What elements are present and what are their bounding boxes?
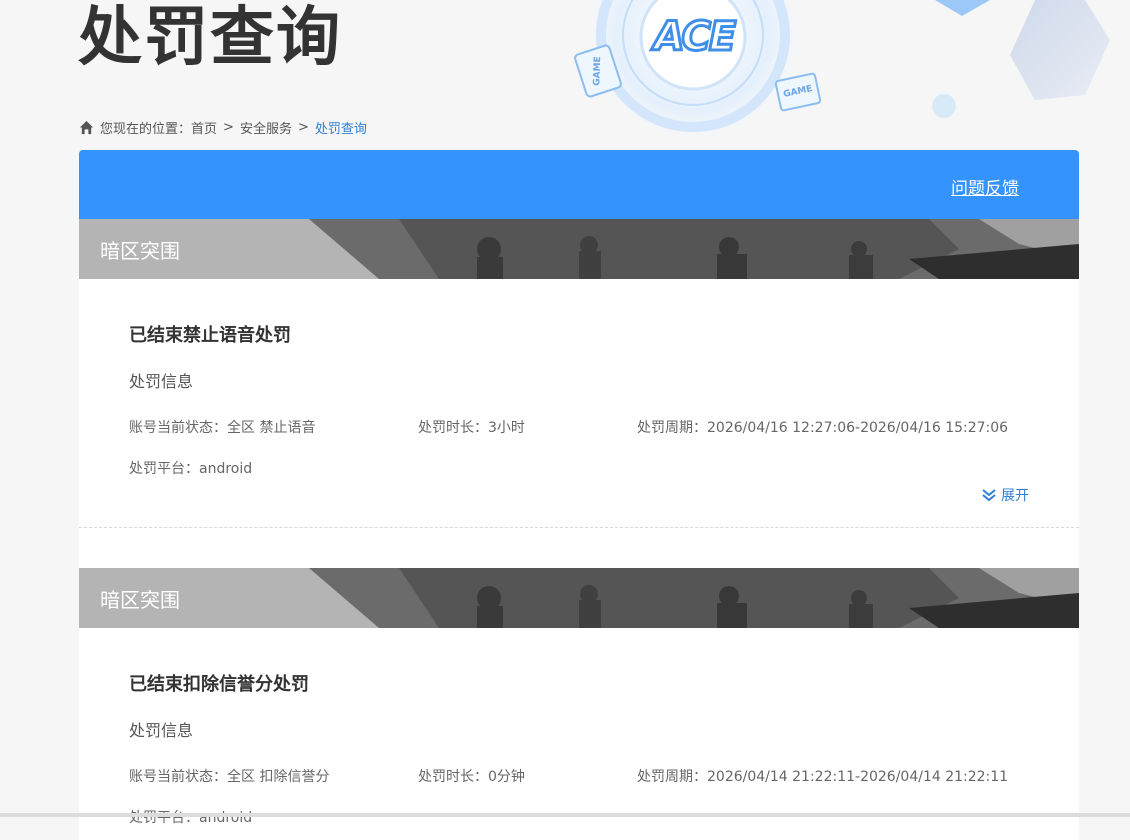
page-title: 处罚查询 <box>78 1 342 75</box>
breadcrumb: 您现在的位置： 首页 > 安全服务 > 处罚查询 <box>79 117 367 137</box>
record-gap <box>79 528 1079 568</box>
section-label: 处罚信息 <box>129 372 194 391</box>
record-title: 已结束扣除信誉分处罚 <box>129 674 309 695</box>
penalty-platform: 处罚平台：android <box>129 458 252 478</box>
expand-label: 展开 <box>1001 488 1029 504</box>
double-chevron-down-icon <box>982 489 996 502</box>
svg-text:ACE: ACE <box>651 14 736 56</box>
game-banner: 暗区突围 <box>79 219 1079 279</box>
breadcrumb-home-link[interactable]: 首页 <box>191 118 217 137</box>
record-divider <box>79 527 1079 528</box>
account-status: 账号当前状态：全区 禁止语音 <box>129 417 315 437</box>
account-status-label: 账号当前状态： <box>129 420 227 436</box>
penalty-panel: 问题反馈 暗区突围 已结束禁止语音处罚 处罚信息 账号当前状态：全区 禁止语音 … <box>79 150 1079 840</box>
penalty-period: 处罚周期：2026/04/16 12:27:06-2026/04/16 15:2… <box>637 417 1008 437</box>
penalty-record: 已结束扣除信誉分处罚 处罚信息 账号当前状态：全区 扣除信誉分 处罚时长：0分钟… <box>79 628 1079 840</box>
account-status-value: 全区 禁止语音 <box>227 420 316 436</box>
breadcrumb-security-link[interactable]: 安全服务 <box>240 118 292 137</box>
account-status-value: 全区 扣除信誉分 <box>227 769 330 785</box>
penalty-platform-label: 处罚平台： <box>129 461 199 477</box>
breadcrumb-prefix: 您现在的位置： <box>100 121 192 137</box>
breadcrumb-separator: > <box>223 119 234 135</box>
game-banner: 暗区突围 <box>79 568 1079 628</box>
section-label: 处罚信息 <box>129 721 194 740</box>
penalty-duration: 处罚时长：3小时 <box>418 417 525 437</box>
account-status-label: 账号当前状态： <box>129 769 227 785</box>
record-title: 已结束禁止语音处罚 <box>129 325 291 346</box>
penalty-period: 处罚周期：2026/04/14 21:22:11-2026/04/14 21:2… <box>637 766 1008 786</box>
penalty-duration: 处罚时长：0分钟 <box>418 766 525 786</box>
game-name: 暗区突围 <box>100 588 180 612</box>
ace-logo: ACE <box>643 12 745 62</box>
penalty-record: 已结束禁止语音处罚 处罚信息 账号当前状态：全区 禁止语音 处罚时长：3小时 处… <box>79 279 1079 528</box>
expand-button[interactable]: 展开 <box>981 485 1029 505</box>
game-name: 暗区突围 <box>100 239 180 263</box>
breadcrumb-current: 处罚查询 <box>314 121 367 137</box>
penalty-platform-value: android <box>199 461 253 477</box>
game-badge-text: GAME <box>782 84 814 100</box>
breadcrumb-separator: > <box>297 119 309 135</box>
game-banner-image <box>79 219 1079 279</box>
penalty-duration-label: 处罚时长： <box>418 420 488 436</box>
account-status: 账号当前状态：全区 扣除信誉分 <box>129 766 329 786</box>
penalty-period-label: 处罚周期： <box>637 420 707 436</box>
home-icon <box>79 120 94 134</box>
penalty-duration-value: 0分钟 <box>488 769 525 785</box>
penalty-period-value: 2026/04/14 21:22:11-2026/04/14 21:22:11 <box>707 769 1009 785</box>
penalty-duration-value: 3小时 <box>488 420 525 436</box>
game-banner-image <box>79 568 1079 628</box>
bottom-scroll-edge <box>0 813 1130 817</box>
panel-header: 问题反馈 <box>79 150 1079 219</box>
penalty-duration-label: 处罚时长： <box>418 769 488 785</box>
game-badge-text: GAME <box>592 56 604 86</box>
penalty-platform: 处罚平台：android <box>129 807 252 827</box>
penalty-period-value: 2026/04/16 12:27:06-2026/04/16 15:27:06 <box>707 420 1009 436</box>
penalty-period-label: 处罚周期： <box>637 769 707 785</box>
feedback-link[interactable]: 问题反馈 <box>951 174 1019 199</box>
